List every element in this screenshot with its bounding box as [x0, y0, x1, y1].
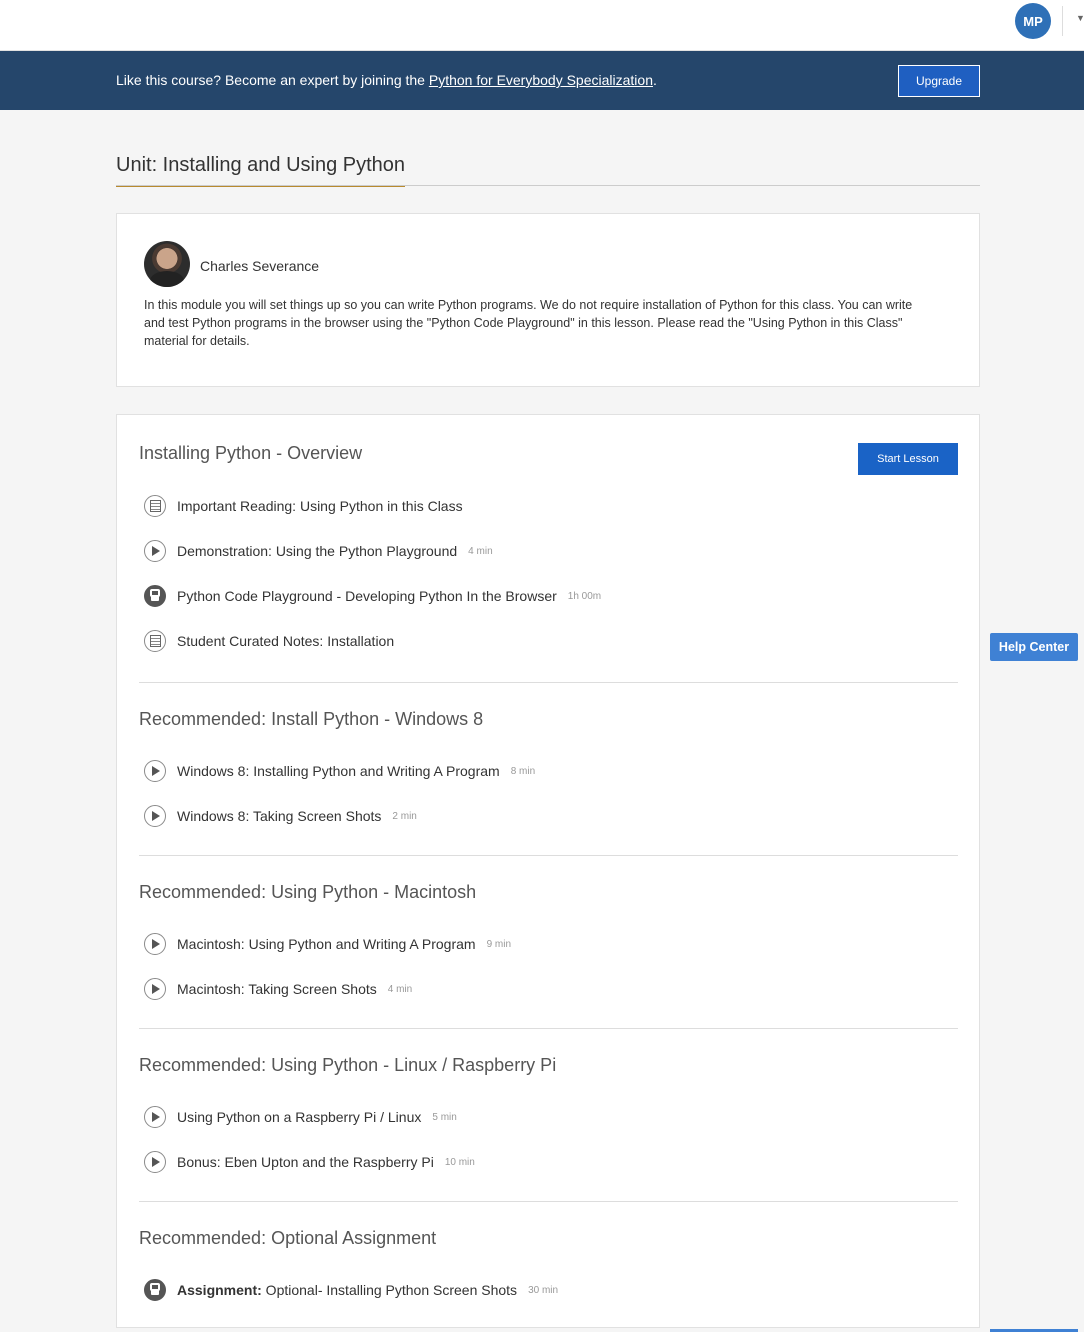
section-divider	[139, 855, 958, 856]
lesson-label: Bonus: Eben Upton and the Raspberry Pi	[177, 1154, 434, 1170]
play-icon	[144, 933, 166, 955]
section-title: Recommended: Using Python - Linux / Rasp…	[139, 1055, 557, 1075]
lesson-label: Windows 8: Taking Screen Shots	[177, 808, 382, 824]
section-divider	[139, 1028, 958, 1029]
lessons-card: Start Lesson Installing Python - Overvie…	[116, 414, 980, 1328]
assignment-title: Optional- Installing Python Screen Shots	[261, 1282, 518, 1298]
lesson-duration: 30 min	[528, 1284, 559, 1296]
help-center-button[interactable]: Help Center	[990, 633, 1078, 661]
top-bar: MP ▼	[0, 0, 1084, 51]
play-icon	[144, 1151, 166, 1173]
lesson-duration: 8 min	[510, 765, 536, 777]
section-title: Recommended: Optional Assignment	[139, 1228, 437, 1248]
lesson-item[interactable]: Demonstration: Using the Python Playgrou…	[144, 539, 493, 563]
lesson-duration: 9 min	[486, 938, 512, 950]
assignment-prefix: Assignment:	[177, 1282, 262, 1298]
reading-icon	[144, 630, 166, 652]
lesson-label: Windows 8: Installing Python and Writing…	[177, 763, 500, 779]
lesson-duration: 4 min	[387, 983, 413, 995]
lesson-duration: 1h 00m	[567, 590, 602, 602]
upgrade-button[interactable]: Upgrade	[898, 65, 980, 97]
lesson-item[interactable]: Assignment: Optional- Installing Python …	[144, 1278, 558, 1302]
user-avatar[interactable]: MP	[1015, 3, 1051, 39]
section-divider	[139, 682, 958, 683]
lesson-duration: 10 min	[444, 1156, 475, 1168]
play-icon	[144, 1106, 166, 1128]
header-divider	[1062, 6, 1063, 36]
lesson-duration: 4 min	[468, 545, 493, 557]
instructor-photo	[144, 241, 190, 287]
reading-icon	[144, 495, 166, 517]
section-title: Recommended: Using Python - Macintosh	[139, 882, 477, 902]
lesson-duration: 2 min	[392, 810, 417, 822]
lesson-item[interactable]: Windows 8: Installing Python and Writing…	[144, 759, 535, 783]
lesson-item[interactable]: Macintosh: Taking Screen Shots 4 min	[144, 977, 412, 1001]
banner-text-after: .	[652, 72, 657, 88]
play-icon	[144, 760, 166, 782]
play-icon	[144, 805, 166, 827]
lesson-label: Using Python on a Raspberry Pi / Linux	[177, 1109, 422, 1125]
module-description: In this module you will set things up so…	[144, 298, 913, 348]
lesson-item[interactable]: Important Reading: Using Python in this …	[144, 494, 463, 518]
lock-icon	[144, 1279, 166, 1301]
account-menu-chevron-icon[interactable]: ▼	[1076, 13, 1084, 23]
lesson-item[interactable]: Windows 8: Taking Screen Shots 2 min	[144, 804, 417, 828]
lesson-label: Macintosh: Using Python and Writing A Pr…	[177, 936, 476, 952]
lesson-item[interactable]: Student Curated Notes: Installation	[144, 629, 394, 653]
lesson-item[interactable]: Python Code Playground - Developing Pyth…	[144, 584, 601, 608]
start-lesson-button[interactable]: Start Lesson	[858, 443, 958, 475]
lesson-item[interactable]: Using Python on a Raspberry Pi / Linux 5…	[144, 1105, 457, 1129]
lesson-label: Macintosh: Taking Screen Shots	[177, 981, 377, 997]
unit-title-divider	[116, 185, 980, 186]
unit-title: Unit: Installing and Using Python	[116, 154, 406, 187]
section-title: Installing Python - Overview	[139, 443, 363, 463]
section-title: Recommended: Install Python - Windows 8	[139, 709, 484, 729]
banner-text-before: Like this course? Become an expert by jo…	[116, 72, 429, 88]
lesson-item[interactable]: Macintosh: Using Python and Writing A Pr…	[144, 932, 511, 956]
lesson-duration: 5 min	[432, 1111, 457, 1123]
lock-icon	[144, 585, 166, 607]
lesson-label: Student Curated Notes: Installation	[177, 633, 395, 649]
lesson-label: Important Reading: Using Python in this …	[177, 498, 463, 514]
lesson-item[interactable]: Bonus: Eben Upton and the Raspberry Pi 1…	[144, 1150, 475, 1174]
specialization-link[interactable]: Python for Everybody Specialization	[429, 72, 653, 88]
lesson-label: Python Code Playground - Developing Pyth…	[177, 588, 557, 604]
lesson-label: Demonstration: Using the Python Playgrou…	[177, 543, 458, 559]
instructor-name: Charles Severance	[200, 258, 320, 274]
section-divider	[139, 1201, 958, 1202]
upgrade-banner: Like this course? Become an expert by jo…	[0, 51, 1084, 110]
play-icon	[144, 540, 166, 562]
intro-card: Charles Severance In this module you wil…	[116, 213, 980, 387]
lesson-label: Assignment: Optional- Installing Python …	[177, 1282, 517, 1298]
play-icon	[144, 978, 166, 1000]
banner-message: Like this course? Become an expert by jo…	[116, 72, 657, 88]
